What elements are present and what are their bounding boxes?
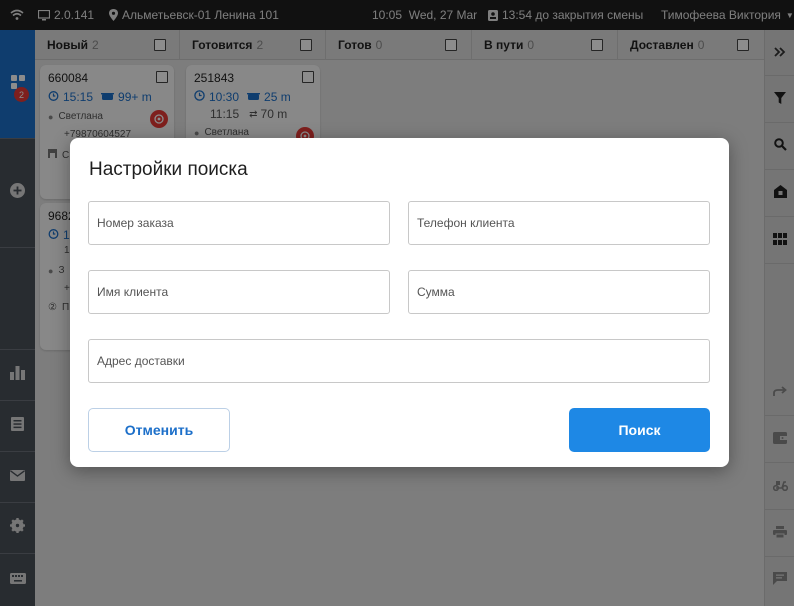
client-phone-input[interactable] <box>408 201 710 245</box>
search-submit-button[interactable]: Поиск <box>569 408 710 452</box>
search-settings-dialog: Настройки поиска Отменить Поиск <box>70 138 729 467</box>
client-name-input[interactable] <box>88 270 390 314</box>
order-number-input[interactable] <box>88 201 390 245</box>
cancel-button[interactable]: Отменить <box>88 408 230 452</box>
sum-input[interactable] <box>408 270 710 314</box>
delivery-address-input[interactable] <box>88 339 710 383</box>
dialog-title: Настройки поиска <box>89 159 248 180</box>
